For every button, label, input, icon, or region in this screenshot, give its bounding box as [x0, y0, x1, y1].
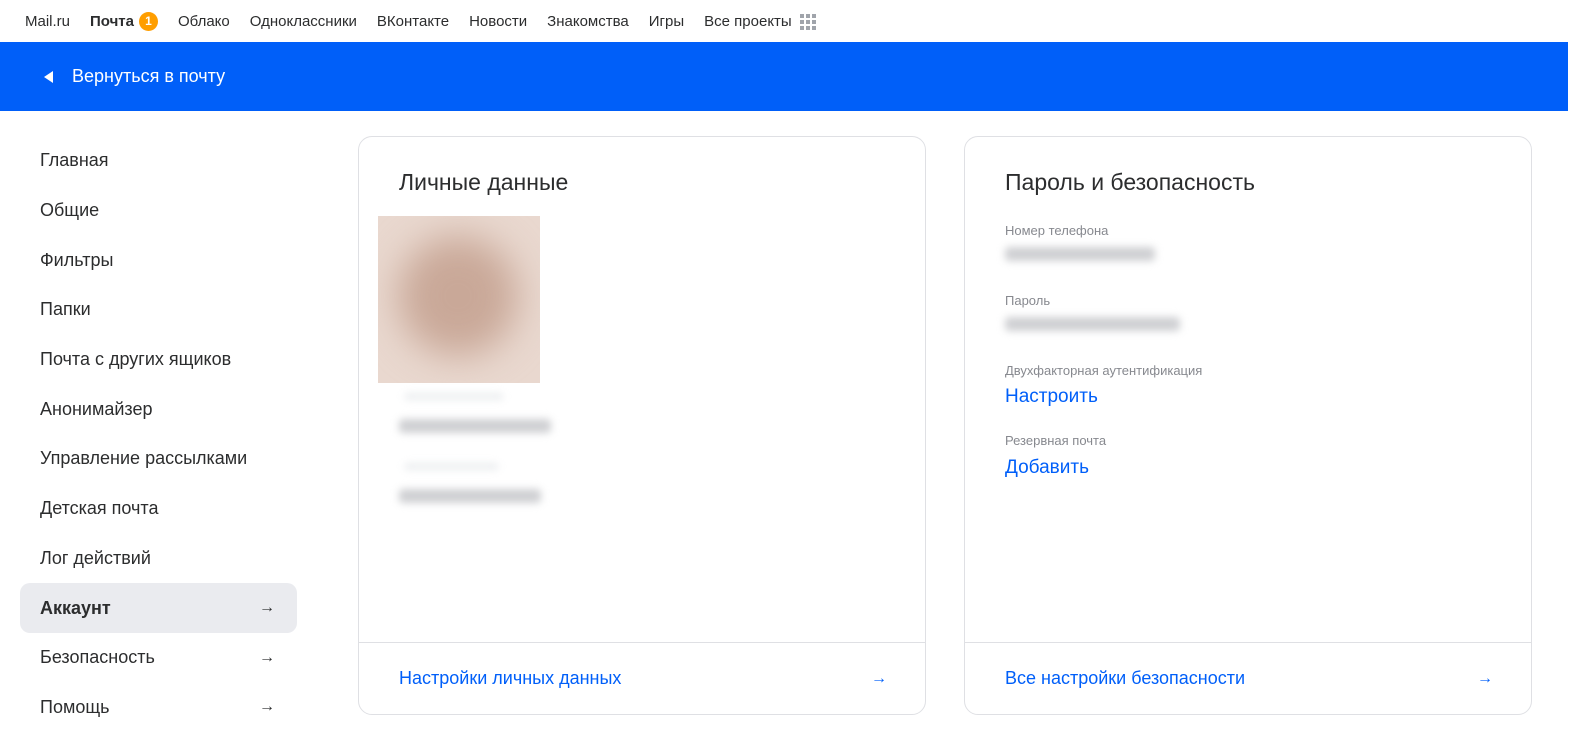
sidebar-item-label: Фильтры — [40, 249, 114, 270]
portal-link-novosti[interactable]: Новости — [469, 13, 527, 30]
sidebar-item-filters[interactable]: Фильтры — [20, 235, 297, 285]
backup-email-add-link[interactable]: Добавить — [1005, 457, 1089, 479]
sidebar-item-other-mailboxes[interactable]: Почта с других ящиков — [20, 335, 297, 385]
portal-navbar: Mail.ru Почта 1 Облако Одноклассники ВКон… — [0, 0, 1578, 42]
blurred-name-label — [404, 393, 504, 400]
portal-link-label: Одноклассники — [249, 12, 357, 30]
blurred-phone-value — [1005, 247, 1155, 261]
portal-link-label: Игры — [648, 12, 685, 30]
blurred-birthdate-value — [399, 489, 541, 503]
twofa-label: Двухфакторная аутентификация — [1005, 363, 1203, 378]
portal-link-odnoklassniki[interactable]: Одноклассники — [250, 13, 357, 30]
arrow-right-icon: → — [871, 669, 887, 687]
portal-link-label: Почта — [90, 12, 134, 30]
blurred-birthdate-label — [404, 463, 499, 470]
footer-link-label: Настройки личных данных — [399, 668, 622, 688]
apps-grid-icon[interactable] — [799, 13, 816, 30]
portal-link-label: Знакомства — [547, 12, 629, 30]
back-to-mail-label: Вернуться в почту — [72, 66, 226, 86]
sidebar-item-main[interactable]: Главная — [20, 136, 297, 186]
portal-link-vkontakte[interactable]: ВКонтакте — [377, 13, 449, 30]
sidebar-item-label: Управление рассылками — [40, 448, 248, 469]
sidebar-item-anonymizer[interactable]: Анонимайзер — [20, 384, 297, 434]
portal-link-mailru[interactable]: Mail.ru — [25, 13, 70, 30]
sidebar-item-label: Общие — [40, 200, 100, 221]
sidebar-item-activity-log[interactable]: Лог действий — [20, 534, 297, 584]
sidebar-item-general[interactable]: Общие — [20, 186, 297, 236]
security-card: Пароль и безопасность Номер телефона Пар… — [964, 136, 1532, 715]
password-label: Пароль — [1005, 293, 1051, 308]
sidebar-item-label: Безопасность — [40, 647, 155, 668]
phone-label: Номер телефона — [1005, 223, 1109, 238]
sidebar-item-mailing-management[interactable]: Управление рассылками — [20, 434, 297, 484]
portal-link-label: Mail.ru — [25, 12, 71, 30]
blurred-password-value — [1005, 317, 1180, 331]
sidebar-item-label: Главная — [40, 150, 109, 171]
sidebar-item-label: Помощь — [40, 696, 110, 717]
back-triangle-icon — [44, 70, 53, 83]
arrow-right-icon: → — [259, 599, 275, 617]
sidebar-item-label: Почта с других ящиков — [40, 349, 232, 370]
arrow-right-icon: → — [259, 698, 275, 716]
all-security-settings-link[interactable]: Все настройки безопасности → — [965, 642, 1531, 714]
portal-link-pochta[interactable]: Почта 1 — [90, 11, 158, 31]
sidebar-item-kids-mail[interactable]: Детская почта — [20, 484, 297, 534]
avatar[interactable] — [378, 216, 540, 383]
sidebar-item-help[interactable]: Помощь → — [20, 683, 297, 733]
portal-link-label: Новости — [469, 12, 528, 30]
unread-badge: 1 — [138, 11, 158, 31]
card-title: Личные данные — [399, 169, 569, 195]
portal-link-igry[interactable]: Игры — [649, 13, 684, 30]
settings-sidebar: Главная Общие Фильтры Папки Почта с друг… — [20, 136, 297, 732]
card-title: Пароль и безопасность — [1005, 169, 1255, 195]
sidebar-item-label: Лог действий — [40, 547, 151, 568]
portal-link-znakomstva[interactable]: Знакомства — [547, 13, 629, 30]
portal-link-all-projects[interactable]: Все проекты — [704, 13, 792, 30]
twofa-setup-link[interactable]: Настроить — [1005, 386, 1098, 408]
personal-settings-link[interactable]: Настройки личных данных → — [359, 642, 925, 714]
personal-data-card: Личные данные Настройки личных данных → — [358, 136, 926, 715]
back-to-mail-bar[interactable]: Вернуться в почту — [0, 42, 1568, 111]
sidebar-item-account[interactable]: Аккаунт → — [20, 583, 297, 633]
arrow-right-icon: → — [259, 648, 275, 666]
arrow-right-icon: → — [1477, 669, 1493, 687]
backup-email-label: Резервная почта — [1005, 433, 1107, 448]
footer-link-label: Все настройки безопасности — [1005, 668, 1246, 688]
sidebar-item-label: Папки — [40, 299, 91, 320]
portal-link-label: ВКонтакте — [376, 12, 450, 30]
sidebar-item-label: Анонимайзер — [40, 398, 153, 419]
sidebar-item-label: Детская почта — [40, 498, 159, 519]
portal-link-oblako[interactable]: Облако — [178, 13, 230, 30]
sidebar-item-label: Аккаунт — [40, 597, 111, 618]
sidebar-item-security[interactable]: Безопасность → — [20, 633, 297, 683]
portal-link-label: Все проекты — [704, 12, 792, 30]
portal-link-label: Облако — [177, 12, 230, 30]
sidebar-item-folders[interactable]: Папки — [20, 285, 297, 335]
blurred-name-value — [399, 419, 551, 433]
